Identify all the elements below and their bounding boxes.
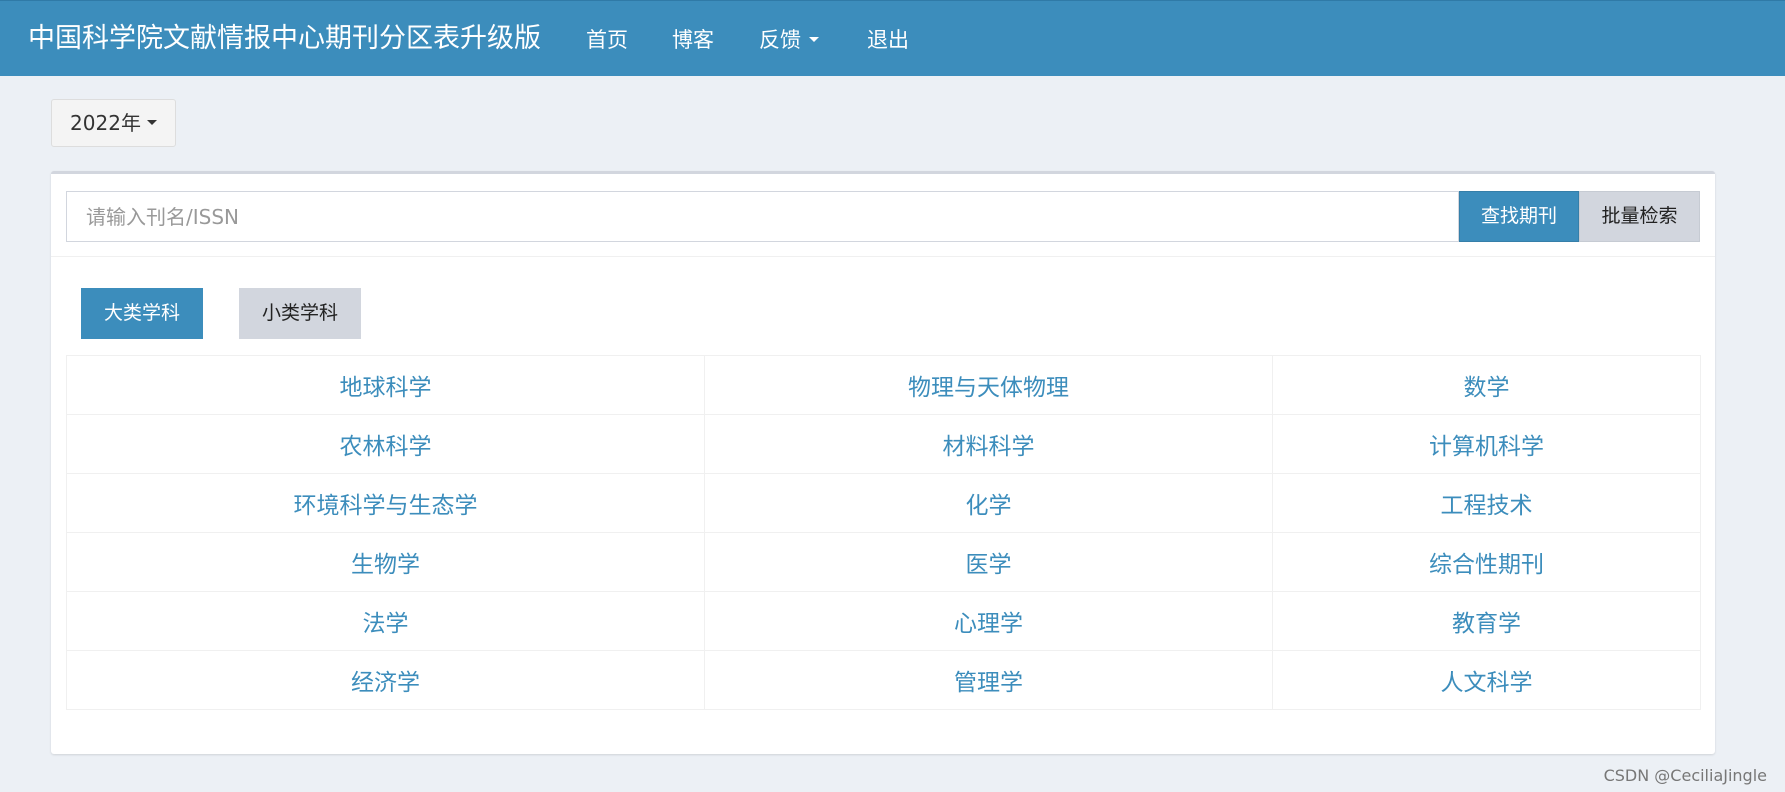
subject-link[interactable]: 管理学 [704,650,1273,710]
table-row: 法学 心理学 教育学 [66,591,1701,651]
subject-link[interactable]: 心理学 [704,591,1273,651]
table-row: 环境科学与生态学 化学 工程技术 [66,473,1701,533]
year-dropdown-button[interactable]: 2022年 [51,99,176,147]
subject-table: 地球科学 物理与天体物理 数学 农林科学 材料科学 计算机科学 环境科学与生态学… [66,355,1701,710]
nav-blog[interactable]: 博客 [672,25,714,55]
watermark-text: CSDN @CeciliaJingle [1603,766,1767,785]
subject-link[interactable]: 教育学 [1272,591,1701,651]
subject-link[interactable]: 数学 [1272,355,1701,415]
subject-link[interactable]: 农林科学 [66,414,705,474]
nav-feedback-dropdown[interactable]: 反馈 [759,25,819,55]
subject-link[interactable]: 地球科学 [66,355,705,415]
table-row: 地球科学 物理与天体物理 数学 [66,355,1701,415]
subject-link[interactable]: 物理与天体物理 [704,355,1273,415]
subject-link[interactable]: 计算机科学 [1272,414,1701,474]
year-selected-label: 2022年 [70,111,141,135]
journal-search-input[interactable] [66,191,1459,242]
subject-link[interactable]: 材料科学 [704,414,1273,474]
table-row: 经济学 管理学 人文科学 [66,650,1701,710]
nav-feedback-label: 反馈 [759,28,801,52]
top-navbar: 中国科学院文献情报中心期刊分区表升级版 首页 博客 反馈 退出 [0,0,1785,76]
table-row: 农林科学 材料科学 计算机科学 [66,414,1701,474]
subject-link[interactable]: 化学 [704,473,1273,533]
subject-link[interactable]: 人文科学 [1272,650,1701,710]
tab-minor-subjects[interactable]: 小类学科 [239,288,361,339]
batch-search-button[interactable]: 批量检索 [1579,191,1700,242]
subject-link[interactable]: 工程技术 [1272,473,1701,533]
subject-link[interactable]: 法学 [66,591,705,651]
table-row: 生物学 医学 综合性期刊 [66,532,1701,592]
journal-search-panel: 查找期刊 批量检索 大类学科 小类学科 地球科学 物理与天体物理 数学 农林科学… [51,171,1715,754]
site-brand[interactable]: 中国科学院文献情报中心期刊分区表升级版 [28,22,541,56]
panel-divider [51,256,1715,257]
nav-logout[interactable]: 退出 [867,25,909,55]
subject-link[interactable]: 医学 [704,532,1273,592]
subject-link[interactable]: 生物学 [66,532,705,592]
search-bar: 查找期刊 批量检索 [66,191,1700,242]
subject-link[interactable]: 环境科学与生态学 [66,473,705,533]
tab-major-subjects[interactable]: 大类学科 [81,288,203,339]
subject-link[interactable]: 经济学 [66,650,705,710]
subject-link[interactable]: 综合性期刊 [1272,532,1701,592]
caret-down-icon [809,36,819,42]
nav-home[interactable]: 首页 [586,25,628,55]
caret-down-icon [146,120,157,125]
find-journal-button[interactable]: 查找期刊 [1459,191,1579,242]
